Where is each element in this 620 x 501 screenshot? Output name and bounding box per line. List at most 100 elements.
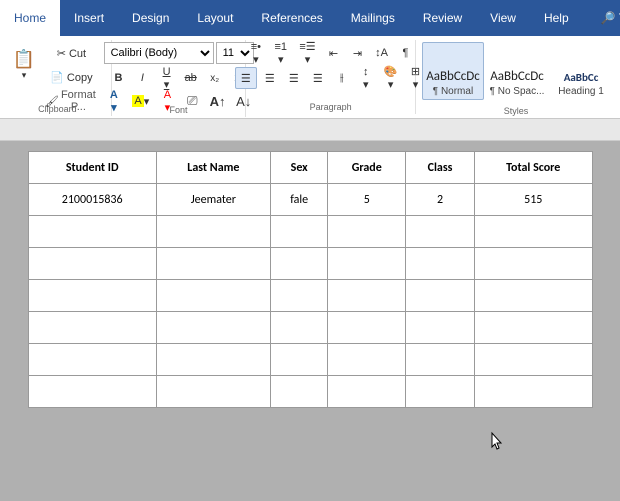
col-last-name: Last Name (156, 152, 270, 184)
justify-button[interactable]: ☰ (307, 67, 329, 89)
cell-2-2[interactable] (270, 248, 328, 280)
cell-1-1[interactable] (156, 216, 270, 248)
tab-review[interactable]: Review (409, 0, 476, 36)
cell-2-0[interactable] (28, 248, 156, 280)
align-left-button[interactable]: ☰ (235, 67, 257, 89)
clipboard-group: 📋 ▾ ✂ Cut 📄 Copy 🖌 Format P... Clipboard (4, 40, 112, 116)
paragraph-group: ≡• ▾ ≡1 ▾ ≡☰ ▾ ⇤ ⇥ ↕A ¶ ☰ ☰ ☰ ☰ ⫲ ↕ ▾ 🎨 … (246, 40, 416, 114)
bullets-button[interactable]: ≡• ▾ (245, 42, 267, 64)
cell-2-1[interactable] (156, 248, 270, 280)
styles-scroll-down[interactable]: ▼ (615, 67, 620, 89)
cell-2-5[interactable] (474, 248, 592, 280)
cell-6-3[interactable] (328, 376, 406, 408)
font-name-selector[interactable]: Calibri (Body) (104, 42, 214, 64)
cell-5-4[interactable] (406, 344, 475, 376)
cell-6-0[interactable] (28, 376, 156, 408)
cell-6-2[interactable] (270, 376, 328, 408)
cell-4-0[interactable] (28, 312, 156, 344)
style-nospace-label: ¶ No Spac... (490, 86, 545, 97)
strikethrough-button[interactable]: ab (180, 67, 202, 89)
align-right-button[interactable]: ☰ (283, 67, 305, 89)
ribbon-toolbar: 📋 ▾ ✂ Cut 📄 Copy 🖌 Format P... Clipboard… (0, 36, 620, 119)
cut-button[interactable]: ✂ Cut (40, 42, 103, 64)
line-spacing-button[interactable]: ↕ ▾ (355, 67, 377, 89)
cell-1-5[interactable] (474, 216, 592, 248)
paste-button[interactable]: 📋 ▾ (10, 42, 38, 88)
cell-3-1[interactable] (156, 280, 270, 312)
cell-0-5[interactable]: 515 (474, 184, 592, 216)
tab-home[interactable]: Home (0, 0, 60, 36)
table-row (28, 376, 592, 408)
cell-0-0[interactable]: 2100015836 (28, 184, 156, 216)
cell-4-3[interactable] (328, 312, 406, 344)
tab-mailings[interactable]: Mailings (337, 0, 409, 36)
tab-help[interactable]: Help (530, 0, 583, 36)
cell-2-4[interactable] (406, 248, 475, 280)
cell-4-5[interactable] (474, 312, 592, 344)
cell-4-4[interactable] (406, 312, 475, 344)
align-center-button[interactable]: ☰ (259, 67, 281, 89)
cell-5-3[interactable] (328, 344, 406, 376)
style-normal-preview: AaBbCcDc (426, 69, 480, 84)
subscript-button[interactable]: x₂ (204, 67, 226, 89)
tab-layout[interactable]: Layout (183, 0, 247, 36)
style-normal-label: ¶ Normal (433, 86, 473, 97)
document-area[interactable]: Student ID Last Name Sex Grade Class Tot… (0, 141, 620, 501)
cell-2-3[interactable] (328, 248, 406, 280)
tab-insert[interactable]: Insert (60, 0, 118, 36)
cell-4-2[interactable] (270, 312, 328, 344)
table-row (28, 248, 592, 280)
tab-tell[interactable]: 🔎 Tell (587, 0, 620, 36)
shading-button[interactable]: 🎨 ▾ (379, 67, 403, 89)
cell-5-5[interactable] (474, 344, 592, 376)
cell-3-0[interactable] (28, 280, 156, 312)
cell-3-4[interactable] (406, 280, 475, 312)
cell-6-4[interactable] (406, 376, 475, 408)
increase-indent-button[interactable]: ⇥ (346, 42, 368, 64)
cell-0-4[interactable]: 2 (406, 184, 475, 216)
style-normal[interactable]: AaBbCcDc ¶ Normal (422, 42, 484, 100)
show-paragraph-button[interactable]: ¶ (394, 42, 416, 64)
table-header-row: Student ID Last Name Sex Grade Class Tot… (28, 152, 592, 184)
cell-6-1[interactable] (156, 376, 270, 408)
cell-4-1[interactable] (156, 312, 270, 344)
style-heading1-label: Heading 1 (558, 86, 604, 97)
mouse-cursor-icon (490, 431, 506, 451)
cell-1-3[interactable] (328, 216, 406, 248)
styles-group-label: Styles (416, 106, 616, 116)
styles-group: AaBbCcDc ¶ Normal AaBbCcDc ¶ No Spac... … (416, 40, 616, 118)
cell-6-5[interactable] (474, 376, 592, 408)
copy-button[interactable]: 📄 Copy (40, 66, 103, 88)
tab-references[interactable]: References (247, 0, 336, 36)
ruler-bar (0, 119, 620, 141)
cell-0-2[interactable]: fale (270, 184, 328, 216)
column-button[interactable]: ⫲ (331, 67, 353, 89)
cell-0-3[interactable]: 5 (328, 184, 406, 216)
cell-1-2[interactable] (270, 216, 328, 248)
sort-button[interactable]: ↕A (370, 42, 392, 64)
underline-button[interactable]: U ▾ (155, 67, 177, 89)
cell-5-1[interactable] (156, 344, 270, 376)
cell-3-2[interactable] (270, 280, 328, 312)
cell-0-1[interactable]: Jeemater (156, 184, 270, 216)
styles-scroll-up[interactable]: ▲ (615, 43, 620, 65)
cell-1-0[interactable] (28, 216, 156, 248)
multilevel-list-button[interactable]: ≡☰ ▾ (295, 42, 321, 64)
font-group: Calibri (Body) 11 B I U ▾ ab x₂ x² A ▾ A… (112, 40, 246, 117)
data-table: Student ID Last Name Sex Grade Class Tot… (28, 151, 593, 408)
cell-3-3[interactable] (328, 280, 406, 312)
decrease-indent-button[interactable]: ⇤ (322, 42, 344, 64)
cell-5-0[interactable] (28, 344, 156, 376)
numbering-button[interactable]: ≡1 ▾ (269, 42, 293, 64)
cell-3-5[interactable] (474, 280, 592, 312)
bold-button[interactable]: B (107, 67, 129, 89)
style-heading1[interactable]: AaBbCc Heading 1 (550, 42, 612, 100)
tab-design[interactable]: Design (118, 0, 183, 36)
cell-5-2[interactable] (270, 344, 328, 376)
tab-view[interactable]: View (476, 0, 530, 36)
col-student-id: Student ID (28, 152, 156, 184)
cell-1-4[interactable] (406, 216, 475, 248)
table-row (28, 344, 592, 376)
style-no-spacing[interactable]: AaBbCcDc ¶ No Spac... (486, 42, 548, 100)
italic-button[interactable]: I (131, 67, 153, 89)
